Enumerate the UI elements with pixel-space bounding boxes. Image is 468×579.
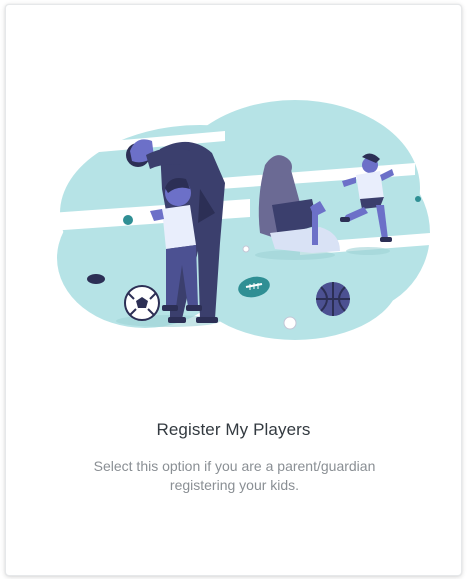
card-description: Select this option if you are a parent/g… [93, 458, 376, 493]
basketball-icon [316, 282, 350, 316]
register-players-card[interactable]: Register My Players Select this option i… [5, 4, 462, 576]
hockey-puck-icon [87, 274, 105, 284]
soccer-ball-icon [124, 285, 160, 321]
card-title: Register My Players [156, 420, 311, 439]
baseball-icon [283, 316, 297, 330]
family-sports-illustration [50, 100, 430, 340]
